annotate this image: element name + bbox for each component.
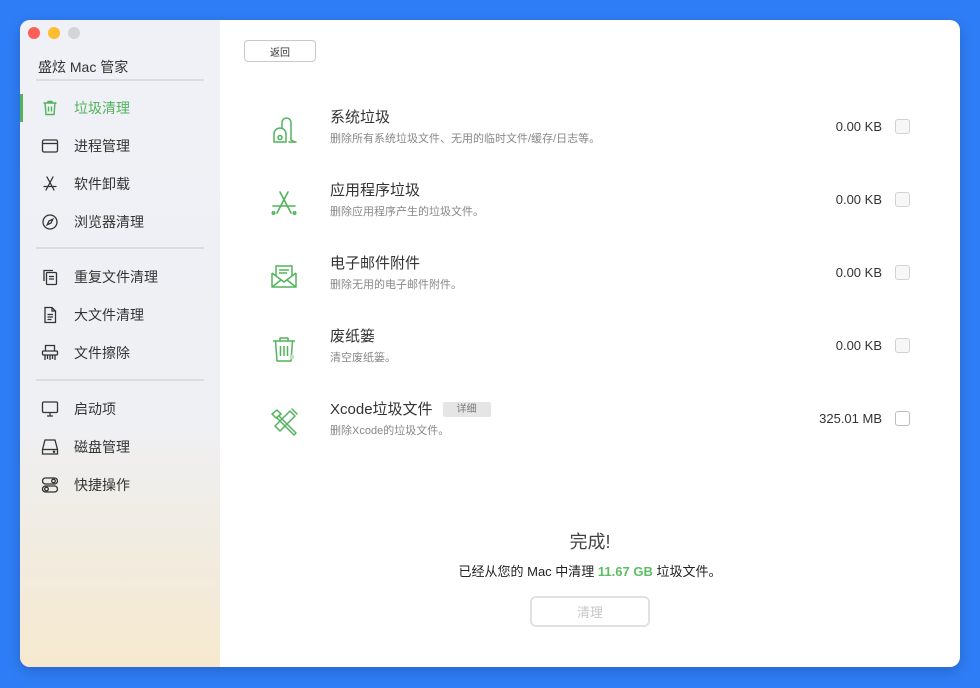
item-title: 电子邮件附件 — [330, 255, 421, 272]
sidebar-item-junk-clean[interactable]: 垃圾清理 — [20, 89, 220, 127]
app-store-icon — [40, 174, 60, 194]
cleanup-item-trash: 废纸篓 清空废纸篓。 0.00 KB — [220, 325, 960, 375]
item-checkbox[interactable] — [895, 338, 910, 353]
item-title: Xcode垃圾文件 详细 — [330, 398, 491, 419]
vacuum-icon — [268, 114, 300, 146]
monitor-icon — [40, 399, 60, 419]
nav-group-cleanup: 垃圾清理 进程管理 软件卸载 浏览器清理 — [20, 89, 220, 241]
item-description: 删除无用的电子邮件附件。 — [330, 279, 462, 291]
sidebar-item-app-uninstall[interactable]: 软件卸载 — [20, 165, 220, 203]
duplicate-files-icon — [40, 267, 60, 287]
sidebar-item-browser-clean[interactable]: 浏览器清理 — [20, 203, 220, 241]
cleanup-item-app-junk: 应用程序垃圾 删除应用程序产生的垃圾文件。 0.00 KB — [220, 179, 960, 229]
sidebar-item-label: 磁盘管理 — [74, 439, 130, 455]
window-icon — [40, 136, 60, 156]
sidebar-item-label: 浏览器清理 — [74, 214, 144, 230]
completion-title: 完成! — [569, 532, 611, 552]
sidebar: 盛炫 Mac 管家 垃圾清理 进程管理 软件卸载 浏览器清理 重复文件清理 大文… — [20, 20, 220, 667]
compass-icon — [40, 212, 60, 232]
cleaned-amount: 11.67 GB — [597, 564, 653, 579]
item-checkbox[interactable] — [895, 411, 910, 426]
shredder-icon — [40, 343, 60, 363]
sidebar-divider — [36, 79, 204, 81]
completion-prefix: 已经从您的 Mac 中清理 — [458, 564, 598, 579]
sidebar-divider — [36, 247, 204, 249]
sidebar-item-label: 大文件清理 — [74, 307, 144, 323]
nav-group-files: 重复文件清理 大文件清理 文件擦除 — [20, 258, 220, 372]
sidebar-item-disk-manager[interactable]: 磁盘管理 — [20, 428, 220, 466]
app-window: 盛炫 Mac 管家 垃圾清理 进程管理 软件卸载 浏览器清理 重复文件清理 大文… — [20, 20, 960, 667]
hammer-icon — [268, 406, 300, 438]
disk-icon — [40, 437, 60, 457]
cleanup-item-system-junk: 系统垃圾 删除所有系统垃圾文件、无用的临时文件/缓存/日志等。 0.00 KB — [220, 106, 960, 156]
window-controls — [28, 27, 80, 39]
trash-icon — [40, 98, 60, 118]
sidebar-item-large-files[interactable]: 大文件清理 — [20, 296, 220, 334]
sidebar-item-file-shred[interactable]: 文件擦除 — [20, 334, 220, 372]
item-title: 应用程序垃圾 — [330, 182, 421, 199]
sidebar-item-startup[interactable]: 启动项 — [20, 390, 220, 428]
item-description: 删除所有系统垃圾文件、无用的临时文件/缓存/日志等。 — [330, 133, 601, 145]
completion-suffix: 垃圾文件。 — [652, 564, 722, 579]
trash-bin-icon — [268, 333, 300, 365]
item-title-text: Xcode垃圾文件 — [330, 401, 433, 418]
sidebar-item-quick-actions[interactable]: 快捷操作 — [20, 466, 220, 504]
sidebar-item-label: 重复文件清理 — [74, 269, 158, 285]
app-store-icon — [268, 187, 300, 219]
item-size: 0.00 KB — [835, 119, 882, 134]
sidebar-item-label: 快捷操作 — [74, 477, 130, 493]
close-window-button[interactable] — [28, 27, 40, 39]
sidebar-item-duplicate-files[interactable]: 重复文件清理 — [20, 258, 220, 296]
main-panel: 返回 系统垃圾 删除所有系统垃圾文件、无用的临时文件/缓存/日志等。 0.00 … — [220, 20, 960, 667]
item-size: 325.01 MB — [819, 411, 882, 426]
item-title: 系统垃圾 — [330, 109, 391, 126]
sidebar-item-label: 启动项 — [74, 401, 116, 417]
completion-message: 已经从您的 Mac 中清理 11.67 GB 垃圾文件。 — [220, 561, 960, 580]
item-checkbox[interactable] — [895, 192, 910, 207]
cleanup-item-xcode-junk: Xcode垃圾文件 详细 删除Xcode的垃圾文件。 325.01 MB — [220, 398, 960, 448]
sidebar-divider — [36, 379, 204, 381]
item-size: 0.00 KB — [835, 265, 882, 280]
minimize-window-button[interactable] — [48, 27, 60, 39]
item-size: 0.00 KB — [835, 192, 882, 207]
zoom-window-button[interactable] — [68, 27, 80, 39]
toggles-icon — [40, 475, 60, 495]
sidebar-item-label: 垃圾清理 — [74, 100, 130, 116]
item-description: 清空废纸篓。 — [330, 352, 396, 364]
sidebar-item-label: 软件卸载 — [74, 176, 130, 192]
item-checkbox[interactable] — [895, 265, 910, 280]
item-title: 废纸篓 — [330, 328, 376, 345]
back-button[interactable]: 返回 — [244, 40, 316, 62]
sidebar-item-label: 文件擦除 — [74, 345, 130, 361]
mail-icon — [268, 260, 300, 292]
sidebar-item-process-manager[interactable]: 进程管理 — [20, 127, 220, 165]
document-icon — [40, 305, 60, 325]
cleanup-item-mail-attachments: 电子邮件附件 删除无用的电子邮件附件。 0.00 KB — [220, 252, 960, 302]
sidebar-item-label: 进程管理 — [74, 138, 130, 154]
item-description: 删除应用程序产生的垃圾文件。 — [330, 206, 484, 218]
item-checkbox[interactable] — [895, 119, 910, 134]
app-title: 盛炫 Mac 管家 — [38, 59, 129, 75]
item-size: 0.00 KB — [835, 338, 882, 353]
nav-group-system: 启动项 磁盘管理 快捷操作 — [20, 390, 220, 504]
item-description: 删除Xcode的垃圾文件。 — [330, 425, 450, 437]
clean-button[interactable]: 清理 — [530, 596, 650, 627]
details-badge[interactable]: 详细 — [442, 402, 491, 417]
